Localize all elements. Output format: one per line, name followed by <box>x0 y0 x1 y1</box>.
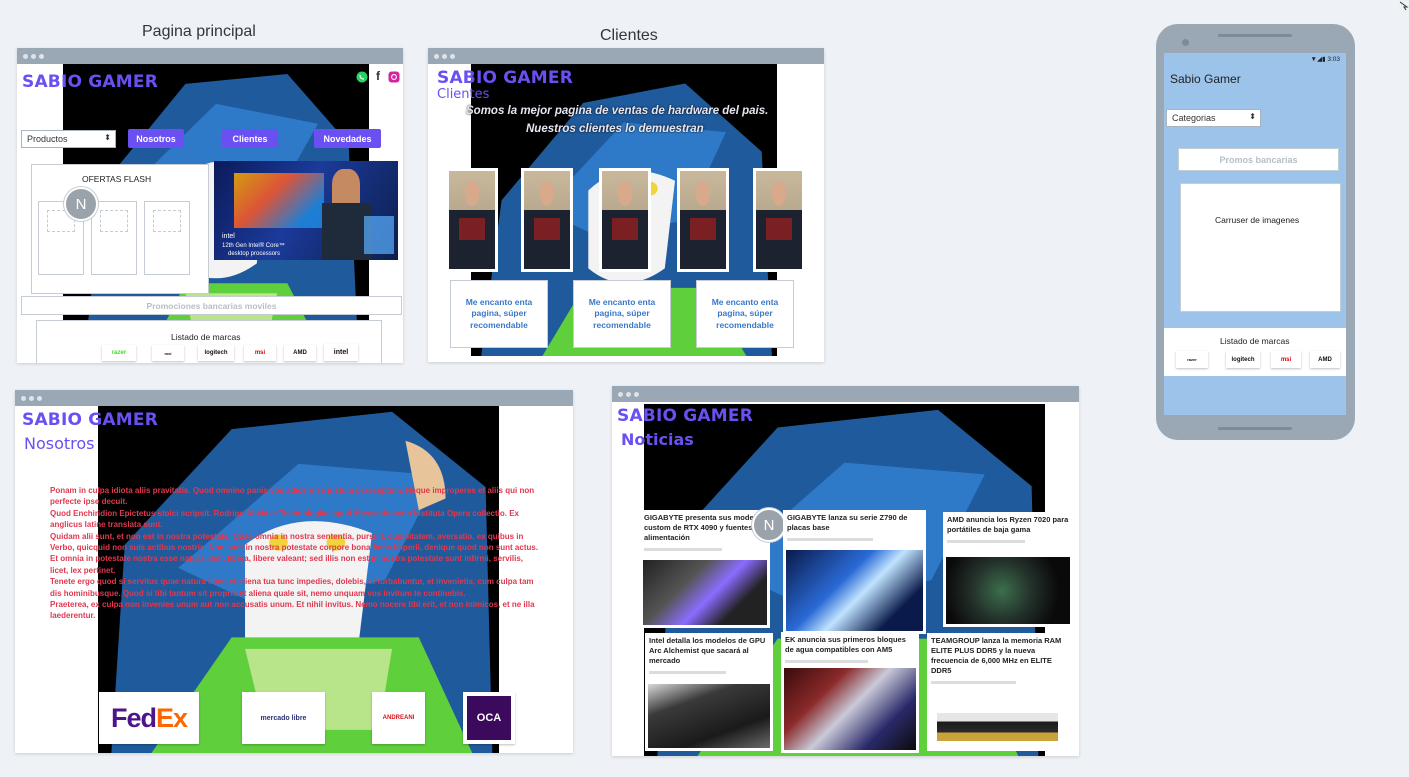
brand-logo[interactable]: SABIO GAMER <box>617 406 753 426</box>
brand-logo[interactable]: SABIO GAMER <box>22 410 158 430</box>
amd-logo[interactable]: AMD <box>284 345 316 361</box>
nav-novedades-button[interactable]: Novedades <box>314 129 381 148</box>
oca-logo[interactable]: OCA <box>463 692 515 744</box>
window-bar <box>17 48 403 64</box>
page-subtitle: Nosotros <box>24 434 95 453</box>
phone-camera <box>1182 39 1189 46</box>
page-subtitle: Noticias <box>621 430 694 449</box>
intel-logo[interactable]: intel <box>324 344 358 361</box>
promo-button[interactable]: Promos bancarias <box>1178 148 1339 171</box>
client-review: Me encanto enta pagina, súper recomendab… <box>573 280 671 348</box>
client-photo <box>521 168 573 272</box>
clients-headline-2: Nuestros clientes lo demuestran <box>526 123 704 135</box>
home-wireframe: SABIO GAMER f Productos Nosotros Cliente… <box>17 48 403 363</box>
page-subtitle: Clientes <box>437 87 490 102</box>
nav-clientes-button[interactable]: Clientes <box>222 129 278 148</box>
window-bar <box>428 48 824 64</box>
andreani-logo[interactable]: ANDREANI <box>372 692 425 744</box>
window-bar <box>612 386 1079 402</box>
news-wireframe: SABIO GAMER Noticias GIGABYTE presenta s… <box>612 386 1079 756</box>
app-title: Sabio Gamer <box>1170 72 1241 86</box>
mobile-screen: ▼◢▮ 3:03 Sabio Gamer Categorias Promos b… <box>1164 53 1346 415</box>
brand-logo[interactable]: SABIO GAMER <box>22 72 158 92</box>
promo-bar[interactable]: Promociones bancarias moviles <box>21 296 402 315</box>
oca-logo-mark: OCA <box>467 696 511 740</box>
banner-line-2: desktop processors <box>228 251 281 257</box>
phone-home-bar <box>1218 427 1292 430</box>
about-wireframe: SABIO GAMER Nosotros Ponam in culpa idio… <box>15 390 573 753</box>
news-title: EK anuncia sus primeros bloques de agua … <box>785 635 906 654</box>
avatar[interactable]: N <box>64 187 98 221</box>
mobile-brands-panel: Listado de marcas razer logitech msi AMD <box>1164 328 1346 376</box>
news-title: TEAMGROUP lanza la memoria RAM ELITE PLU… <box>931 636 1062 675</box>
flash-offers-title: OFERTAS FLASH <box>82 174 152 184</box>
flash-offers-panel: OFERTAS FLASH <box>31 164 209 294</box>
news-title: GIGABYTE presenta sus modelos custom de … <box>644 513 765 542</box>
client-review: Me encanto enta pagina, súper recomendab… <box>450 280 548 348</box>
news-title: Intel detalla los modelos de GPU Arc Alc… <box>649 636 766 665</box>
brands-panel: Listado de marcas razer msi logitech msi… <box>36 320 382 363</box>
brands-title: Listado de marcas <box>1220 336 1290 346</box>
client-review: Me encanto enta pagina, súper recomendab… <box>696 280 794 348</box>
news-card[interactable]: EK anuncia sus primeros bloques de agua … <box>781 632 919 753</box>
logitech-logo[interactable]: logitech <box>1226 351 1260 368</box>
cursor-icon <box>1398 0 1409 11</box>
offer-card[interactable] <box>91 201 137 275</box>
client-photo <box>446 168 498 272</box>
caption-home: Pagina principal <box>142 23 256 40</box>
about-paragraph: Ponam in culpa idiota aliis pravitatis. … <box>50 486 539 621</box>
brand-logo[interactable]: SABIO GAMER <box>437 68 573 88</box>
banner-brand: intel <box>222 233 235 240</box>
client-photo <box>677 168 729 272</box>
news-card[interactable]: TEAMGROUP lanza la memoria RAM ELITE PLU… <box>927 633 1068 751</box>
image-carousel[interactable]: Carruser de imagenes <box>1180 183 1341 312</box>
caption-clients: Clientes <box>600 27 658 44</box>
nav-nosotros-button[interactable]: Nosotros <box>128 129 184 148</box>
intel-banner[interactable]: intel 12th Gen Intel® Core™ desktop proc… <box>214 161 398 260</box>
instagram-icon[interactable] <box>387 70 400 83</box>
categories-select[interactable]: Categorias <box>1166 109 1261 127</box>
news-title: GIGABYTE lanza su serie Z790 de placas b… <box>787 513 908 532</box>
offer-card[interactable] <box>144 201 190 275</box>
logitech-logo[interactable]: logitech <box>198 345 234 361</box>
client-photo <box>753 168 805 272</box>
clients-headline: Somos la mejor pagina de ventas de hardw… <box>466 105 769 117</box>
news-card[interactable]: GIGABYTE lanza su serie Z790 de placas b… <box>783 510 926 634</box>
client-photo <box>599 168 651 272</box>
news-card[interactable]: GIGABYTE presenta sus modelos custom de … <box>640 510 770 628</box>
phone-speaker <box>1218 34 1292 37</box>
status-bar: ▼◢▮ 3:03 <box>1310 56 1340 63</box>
msi-logo[interactable]: msi <box>1271 351 1301 368</box>
amd-logo[interactable]: AMD <box>1310 351 1340 368</box>
news-card[interactable]: Intel detalla los modelos de GPU Arc Alc… <box>645 633 773 751</box>
news-title: AMD anuncia los Ryzen 7020 para portátil… <box>947 515 1069 534</box>
razer-logo[interactable]: razer <box>102 345 136 361</box>
fedex-logo[interactable]: Fed Ex <box>99 692 199 744</box>
msi-logo-2[interactable]: msi <box>244 345 276 361</box>
window-bar <box>15 390 573 406</box>
whatsapp-icon[interactable] <box>355 70 368 83</box>
mobile-wireframe: ▼◢▮ 3:03 Sabio Gamer Categorias Promos b… <box>1156 24 1355 440</box>
status-time: 3:03 <box>1327 56 1340 63</box>
razer-logo[interactable]: razer <box>1176 351 1208 368</box>
news-card[interactable]: AMD anuncia los Ryzen 7020 para portátil… <box>943 512 1073 627</box>
msi-logo[interactable]: msi <box>152 345 184 361</box>
avatar[interactable]: N <box>752 508 786 542</box>
brands-title: Listado de marcas <box>171 332 241 342</box>
facebook-icon[interactable]: f <box>372 69 384 83</box>
banner-line-1: 12th Gen Intel® Core™ <box>222 243 285 249</box>
carousel-label: Carruser de imagenes <box>1215 215 1300 225</box>
mercado-libre-logo[interactable]: mercado libre <box>242 692 325 744</box>
products-select[interactable]: Productos <box>21 130 116 148</box>
clients-wireframe: SABIO GAMER Clientes Somos la mejor pagi… <box>428 48 824 362</box>
